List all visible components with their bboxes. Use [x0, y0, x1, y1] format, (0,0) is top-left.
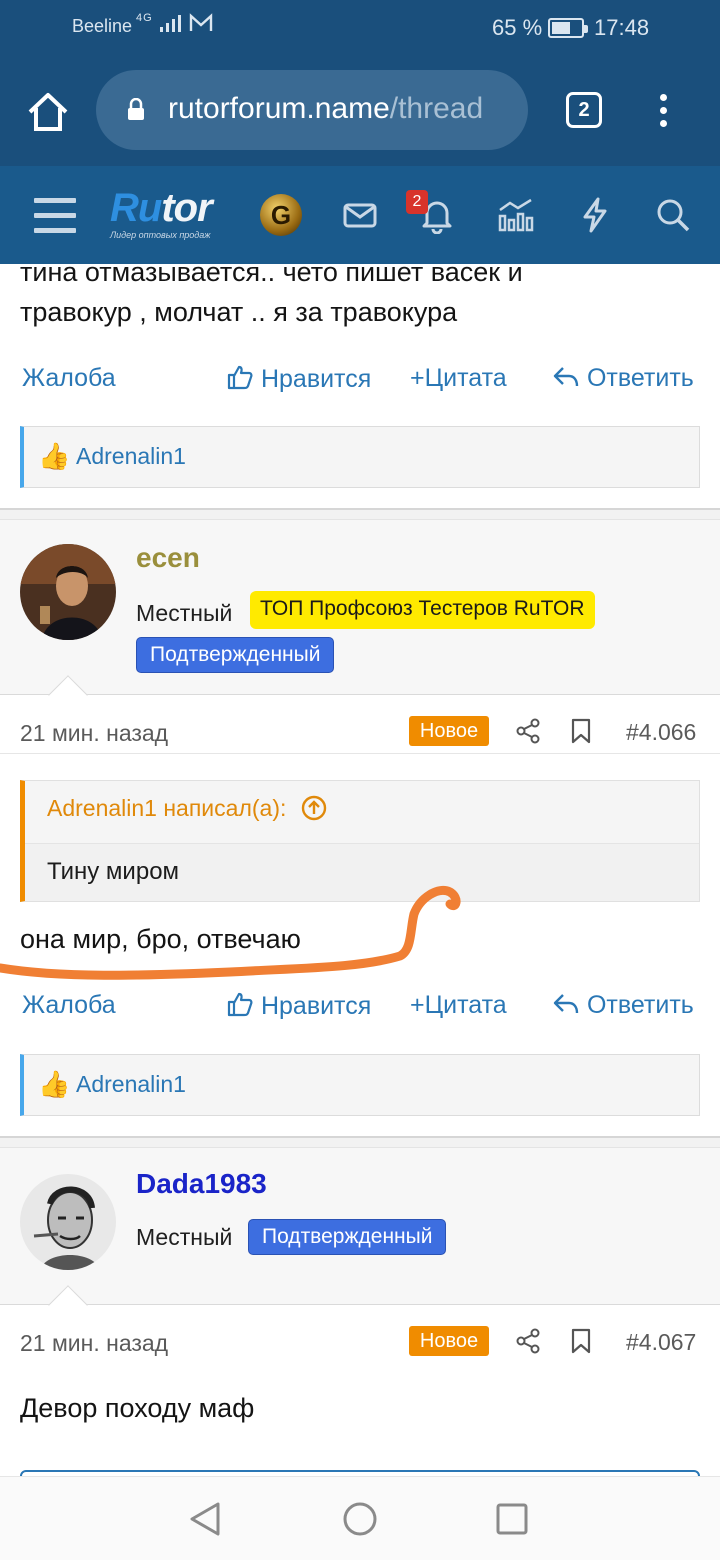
signal-icon [159, 15, 181, 33]
url-path: /thread [389, 92, 484, 125]
site-header: Rutor Лидер оптовых продаж G 2 [0, 166, 720, 264]
battery-icon [548, 18, 588, 38]
user-title: Местный [136, 600, 233, 626]
post-actions: Жалоба Нравится +Цитата Ответить [0, 360, 720, 400]
annotation-stroke [0, 886, 461, 980]
avatar-image [20, 1174, 116, 1270]
avatar-image [20, 544, 116, 640]
bookmark-icon[interactable] [570, 1328, 592, 1354]
username[interactable]: Dada1983 [136, 1168, 267, 1200]
site-logo[interactable]: Rutor Лидер оптовых продаж [110, 186, 213, 240]
back-nav-icon[interactable] [188, 1501, 222, 1537]
avatar[interactable] [20, 544, 116, 640]
quote-author[interactable]: Adrenalin1 написал(а): [47, 795, 327, 822]
search-icon[interactable] [654, 196, 692, 234]
reply-button[interactable]: Ответить [552, 364, 694, 393]
mail-m-icon [189, 13, 212, 32]
g-badge-icon[interactable]: G [260, 194, 302, 236]
liked-by-user[interactable]: Adrenalin1 [76, 443, 186, 470]
stats-icon[interactable] [496, 196, 534, 234]
quote-button[interactable]: +Цитата [410, 364, 507, 393]
envelope-icon[interactable] [341, 196, 379, 234]
system-navigation-bar [0, 1476, 720, 1560]
notification-count-badge: 2 [406, 190, 428, 214]
overflow-menu-icon[interactable] [656, 94, 670, 134]
browser-toolbar: rutorforum.name/thread 2 [0, 56, 720, 166]
liked-by-user[interactable]: Adrenalin1 [76, 1071, 186, 1098]
username[interactable]: ecen [136, 542, 200, 574]
thumbs-up-icon [227, 992, 253, 1017]
post-author-header: Dada1983 Местный Подтвержденный [0, 1148, 720, 1325]
user-title: Местный [136, 1224, 233, 1250]
thumbs-up-emoji-icon: 👍 [38, 441, 71, 471]
quote-author-label: Adrenalin1 написал(а): [47, 795, 287, 821]
new-badge: Новое [409, 716, 489, 746]
like-button[interactable]: Нравится [226, 991, 371, 1021]
share-icon[interactable] [516, 718, 540, 744]
user-banner-top: ТОП Профсоюз Тестеров RuTOR [250, 591, 595, 629]
url-text: rutorforum.name/thread [168, 92, 518, 126]
quote-label: Цитата [424, 364, 507, 392]
recents-nav-icon[interactable] [496, 1503, 528, 1535]
post-text-line: тина отмазывается.. чето пишет васек и [20, 264, 523, 287]
thumbs-up-emoji-icon: 👍 [38, 1069, 71, 1099]
logo-subtitle: Лидер оптовых продаж [110, 230, 211, 240]
menu-icon[interactable] [34, 198, 76, 234]
post-text: Девор походу маф [20, 1393, 255, 1423]
new-badge: Новое [409, 1326, 489, 1356]
status-bar: Beeline 4G 65 % 17:48 [0, 0, 720, 56]
home-nav-icon[interactable] [342, 1501, 378, 1537]
arrow-up-circle-icon[interactable] [301, 795, 327, 821]
like-label: Нравится [260, 992, 372, 1020]
battery-percent: 65 % [492, 15, 543, 40]
lock-icon [128, 98, 144, 120]
post-time[interactable]: 21 мин. назад [20, 720, 168, 747]
thread-content: тина отмазывается.. чето пишет васек и т… [0, 264, 720, 1476]
reply-button[interactable]: Ответить [552, 991, 694, 1020]
carrier-name: Beeline [72, 16, 133, 36]
post-number[interactable]: #4.067 [626, 1329, 696, 1356]
avatar[interactable] [20, 1174, 116, 1270]
post-separator [0, 1136, 720, 1148]
network-indicator: 4G [136, 12, 213, 33]
lightning-icon[interactable] [576, 196, 614, 234]
share-icon[interactable] [516, 1328, 540, 1354]
tab-switcher-button[interactable]: 2 [566, 92, 602, 128]
logo-text-tor: tor [161, 186, 212, 230]
post-author-header: ecen Местный ТОП Профсоюз Тестеров RuTOR… [0, 520, 720, 715]
reply-icon [553, 994, 579, 1014]
post-meta: 21 мин. назад Новое #4.067 [0, 1324, 720, 1364]
home-icon[interactable] [26, 90, 70, 134]
url-bar[interactable]: rutorforum.name/thread [96, 70, 528, 150]
report-link[interactable]: Жалоба [22, 364, 116, 393]
like-button[interactable]: Нравится [226, 364, 371, 394]
thumbs-up-icon [227, 365, 253, 390]
header-notch [48, 675, 88, 715]
header-notch [48, 1285, 88, 1325]
url-host: rutorforum.name [168, 92, 390, 125]
reply-label: Ответить [586, 991, 694, 1019]
post-number[interactable]: #4.066 [626, 719, 696, 746]
like-label: Нравится [260, 365, 372, 393]
reply-icon [553, 367, 579, 387]
quote-label: Цитата [424, 991, 507, 1019]
user-banner-verified: Подтвержденный [136, 637, 335, 673]
likes-bar: 👍 Adrenalin1 [20, 426, 700, 488]
post-text-line: травокур , молчат .. я за травокура [20, 297, 458, 327]
post-actions: Жалоба Нравится +Цитата Ответить [0, 987, 720, 1027]
bookmark-icon[interactable] [570, 718, 592, 744]
user-banner-verified: Подтвержденный [248, 1219, 447, 1255]
logo-text-ru: Ru [110, 186, 162, 230]
network-type: 4G [136, 12, 153, 24]
post-meta: 21 мин. назад Новое #4.066 [0, 714, 720, 754]
report-link[interactable]: Жалоба [22, 991, 116, 1020]
clock: 17:48 [594, 15, 650, 40]
reply-label: Ответить [586, 364, 694, 392]
post-time[interactable]: 21 мин. назад [20, 1330, 168, 1357]
quote-button[interactable]: +Цитата [410, 991, 507, 1020]
post-separator [0, 508, 720, 520]
likes-bar: 👍 Adrenalin1 [20, 1054, 700, 1116]
